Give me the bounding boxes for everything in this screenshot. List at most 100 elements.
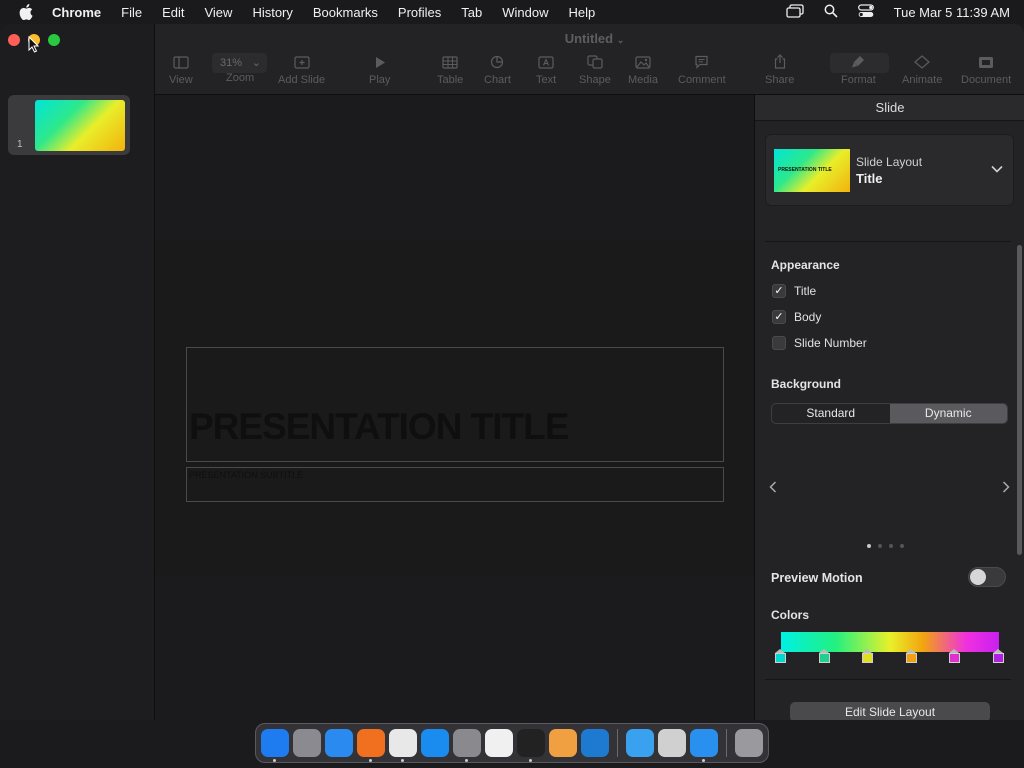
comment-label: Comment (678, 74, 726, 86)
control-center-icon[interactable] (857, 3, 874, 21)
document-title[interactable]: Untitled ⌄ (155, 31, 1024, 46)
firefox-icon[interactable] (357, 729, 385, 762)
vscode-icon[interactable] (581, 729, 609, 757)
trash-icon[interactable] (735, 729, 763, 757)
slide-title: PRESENTATION TITLE (189, 406, 569, 447)
menu-edit[interactable]: Edit (152, 5, 194, 20)
menu-view[interactable]: View (194, 5, 242, 20)
edit-slide-layout-button[interactable]: Edit Slide Layout (790, 702, 990, 720)
text-box-icon (536, 54, 556, 74)
keynote-icon[interactable] (690, 729, 718, 762)
slide-layout-name: Title (856, 171, 883, 186)
mouse-cursor-icon (28, 35, 40, 58)
app-store-icon[interactable] (421, 729, 449, 757)
appearance-body-row[interactable]: ✓ Body (772, 310, 821, 324)
launchpad-icon[interactable] (293, 729, 321, 757)
color-stop-handle[interactable] (818, 649, 830, 663)
comment-icon (678, 54, 726, 74)
preview-motion-toggle[interactable] (968, 567, 1006, 587)
slide-thumbnail[interactable] (35, 100, 125, 151)
finder-icon[interactable] (261, 729, 289, 762)
add-slide-button[interactable]: Add Slide (278, 54, 325, 86)
safari-icon[interactable] (325, 729, 353, 757)
zoom-select[interactable]: 31% ⌄ (212, 53, 267, 73)
pager-dot-active[interactable] (867, 544, 871, 548)
apple-menu-icon[interactable] (0, 4, 52, 20)
title-checkbox[interactable]: ✓ (772, 284, 786, 298)
zoom-label: Zoom (226, 72, 255, 84)
menu-history[interactable]: History (242, 5, 302, 20)
view-label: View (169, 74, 193, 86)
inspector-scrollbar[interactable] (1017, 245, 1022, 555)
toolbar: Untitled ⌄ View 31% ⌄ Zoom Add Slide Pla… (155, 24, 1024, 95)
menu-profiles[interactable]: Profiles (388, 5, 451, 20)
shape-icon (579, 54, 611, 74)
chrome-icon[interactable] (389, 729, 417, 762)
preview-icon[interactable] (658, 729, 686, 757)
media-icon (628, 54, 658, 74)
document-button[interactable]: Document (961, 54, 1011, 86)
color-stop-handle[interactable] (993, 649, 1004, 663)
appearance-slide-number-row[interactable]: Slide Number (772, 336, 867, 350)
table-icon (437, 54, 463, 74)
menu-app-name[interactable]: Chrome (52, 5, 111, 20)
background-dynamic-option[interactable]: Dynamic (889, 404, 1007, 423)
screen-mirroring-icon[interactable] (786, 3, 804, 21)
chevron-right-icon[interactable] (1002, 480, 1010, 496)
background-pager[interactable] (867, 544, 904, 548)
menu-clock[interactable]: Tue Mar 5 11:39 AM (894, 5, 1010, 20)
menu-tab[interactable]: Tab (451, 5, 492, 20)
textedit-icon[interactable] (485, 729, 513, 757)
format-inspector: Slide PRESENTATION TITLE Slide Layout Ti… (754, 95, 1024, 720)
chart-button[interactable]: Chart (484, 54, 511, 86)
close-window-button[interactable] (8, 34, 20, 46)
background-segmented-control: Standard Dynamic (771, 403, 1008, 424)
background-heading: Background (771, 377, 842, 391)
spotlight-search-icon[interactable] (824, 4, 838, 21)
text-button[interactable]: Text (536, 54, 556, 86)
animate-button[interactable]: Animate (902, 54, 942, 86)
pager-dot[interactable] (900, 544, 904, 548)
chevron-left-icon[interactable] (769, 480, 777, 496)
shape-button[interactable]: Shape (579, 54, 611, 86)
color-stop-handle[interactable] (905, 649, 917, 663)
appearance-title-row[interactable]: ✓ Title (772, 284, 816, 298)
menu-bookmarks[interactable]: Bookmarks (303, 5, 388, 20)
document-label: Document (961, 74, 1012, 86)
color-stop-handle[interactable] (775, 649, 786, 663)
format-label: Format (841, 74, 876, 86)
view-button[interactable]: View (169, 54, 193, 86)
cloud-folder-icon[interactable] (626, 729, 654, 757)
table-button[interactable]: Table (437, 54, 463, 86)
play-button[interactable]: Play (369, 54, 390, 86)
zoom-window-button[interactable] (48, 34, 60, 46)
slide-number-checkbox[interactable] (772, 336, 786, 350)
format-button[interactable]: Format (841, 54, 876, 86)
comment-button[interactable]: Comment (678, 54, 726, 86)
body-checkbox[interactable]: ✓ (772, 310, 786, 324)
garageband-icon[interactable] (549, 729, 577, 757)
media-button[interactable]: Media (628, 54, 658, 86)
color-gradient-bar[interactable] (781, 632, 999, 652)
pager-dot[interactable] (878, 544, 882, 548)
color-stop-handle[interactable] (862, 649, 874, 663)
subtitle-placeholder[interactable]: PRESENTATION SUBTITLE (186, 467, 724, 502)
inspector-tab-slide[interactable]: Slide (755, 95, 1024, 121)
running-indicator (702, 759, 705, 762)
running-indicator (465, 759, 468, 762)
media-label: Media (628, 74, 658, 86)
pager-dot[interactable] (889, 544, 893, 548)
system-settings-icon[interactable] (453, 729, 481, 762)
terminal-icon[interactable] (517, 729, 545, 762)
menu-bar: Chrome File Edit View History Bookmarks … (0, 0, 1024, 24)
slide-number-label: 1 (17, 139, 23, 150)
share-button[interactable]: Share (765, 54, 794, 86)
background-standard-option[interactable]: Standard (772, 404, 890, 423)
slide-canvas[interactable]: PRESENTATION TITLE PRESENTATION SUBTITLE (155, 95, 754, 720)
title-placeholder[interactable]: PRESENTATION TITLE (186, 347, 724, 462)
menu-window[interactable]: Window (492, 5, 558, 20)
menu-help[interactable]: Help (559, 5, 606, 20)
slide-layout-picker[interactable]: PRESENTATION TITLE Slide Layout Title (765, 134, 1014, 206)
color-stop-handle[interactable] (949, 649, 961, 663)
menu-file[interactable]: File (111, 5, 152, 20)
